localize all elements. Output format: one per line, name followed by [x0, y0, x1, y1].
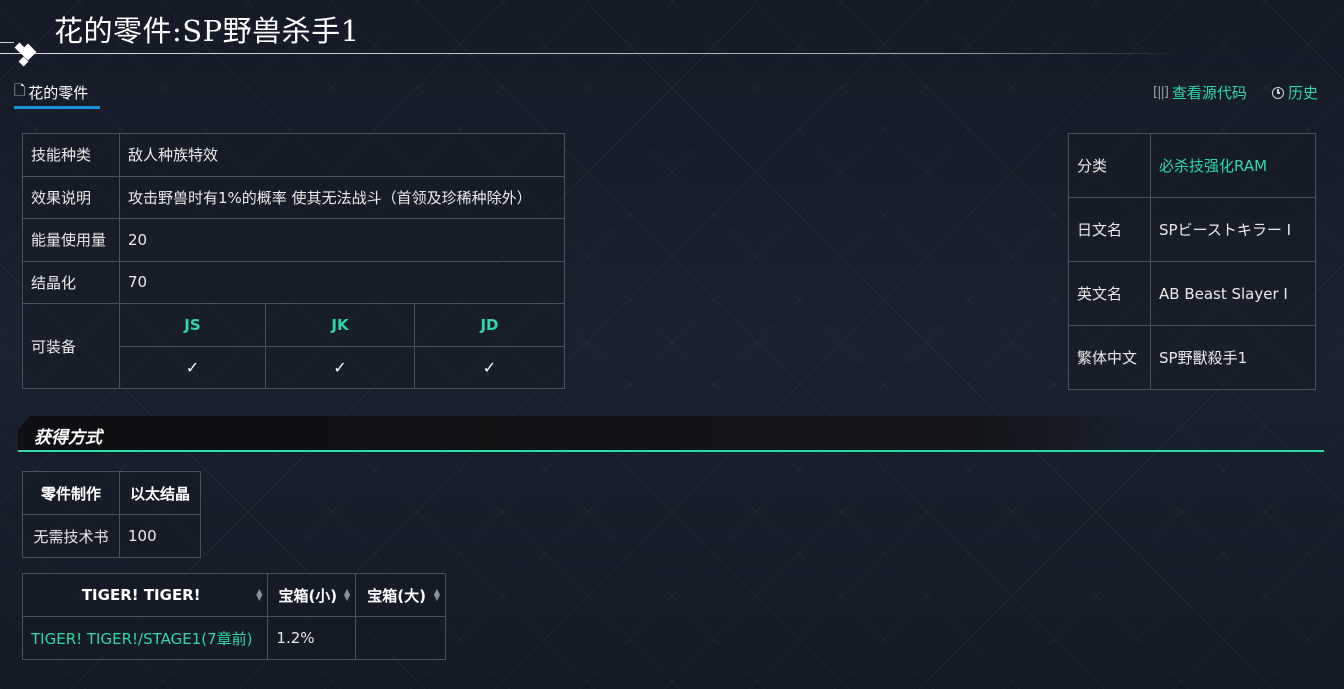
view-source-link[interactable]: [||] 查看源代码 [1153, 82, 1247, 103]
row-label: 英文名 [1068, 261, 1151, 326]
table-row: 可装备 JS JK JD [22, 303, 565, 389]
row-value: 70 [119, 260, 565, 304]
category-link[interactable]: 必杀技强化RAM [1150, 133, 1316, 198]
equip-class-jd: JD [414, 303, 565, 347]
tab-page[interactable]: 🗋 花的零件 [14, 82, 100, 109]
row-label: 结晶化 [22, 260, 120, 304]
table-row: TIGER! TIGER!/STAGE1(7章前) 1.2% [21, 616, 446, 660]
row-label: 效果说明 [22, 175, 120, 219]
check-icon: ✓ [119, 345, 266, 389]
row-value: 敌人种族特效 [119, 133, 565, 177]
page-title: 花的零件:SP野兽杀手1 [54, 14, 360, 48]
equip-class-js: JS [119, 303, 266, 347]
equip-label: 可装备 [22, 303, 120, 389]
table-row: 能量使用量 20 [22, 218, 565, 262]
table-header-row: TIGER! TIGER! ▲ ▼ 宝箱(小) ▲ ▼ 宝箱(大) ▲ ▼ [21, 573, 446, 617]
column-header-label: TIGER! TIGER! [81, 586, 201, 604]
section-title: 获得方式 [34, 428, 102, 448]
table-cell [355, 616, 446, 660]
table-row: 效果说明 攻击野兽时有1%的概率 使其无法战斗（首领及珍稀种除外） [22, 175, 565, 219]
name-info-table: 分类 必杀技强化RAM 日文名 SPビーストキラー I 英文名 AB Beast… [1068, 133, 1316, 390]
table-row: 日文名 SPビーストキラー I [1068, 197, 1316, 262]
craft-table: 零件制作 以太结晶 无需技术书 100 [22, 471, 201, 558]
column-header-label: 宝箱(小) [278, 586, 338, 605]
title-underline [0, 53, 1180, 54]
sort-icon: ▲ ▼ [344, 587, 351, 602]
row-value: 20 [119, 218, 565, 262]
row-label: 技能种类 [22, 133, 120, 177]
sortable-column-header[interactable]: 宝箱(大) ▲ ▼ [355, 573, 446, 617]
table-row: 繁体中文 SP野獸殺手1 [1068, 325, 1316, 390]
row-value: AB Beast Slayer I [1150, 261, 1316, 326]
table-row: 分类 必杀技强化RAM [1068, 133, 1316, 198]
row-label: 日文名 [1068, 197, 1151, 262]
title-decoration-line [0, 42, 14, 43]
sort-icon: ▲ ▼ [256, 587, 263, 602]
table-cell: 无需技术书 [22, 514, 120, 558]
table-row: 英文名 AB Beast Slayer I [1068, 261, 1316, 326]
table-header-row: 零件制作 以太结晶 [22, 471, 201, 515]
row-value: SP野獸殺手1 [1150, 325, 1316, 390]
history-link[interactable]: 历史 [1272, 82, 1318, 103]
history-label: 历史 [1288, 84, 1319, 102]
sortable-column-header[interactable]: TIGER! TIGER! ▲ ▼ [21, 573, 269, 617]
clock-icon [1272, 86, 1284, 99]
skill-info-table: 技能种类 敌人种族特效 效果说明 攻击野兽时有1%的概率 使其无法战斗（首领及珍… [22, 133, 565, 389]
table-cell: 100 [119, 514, 201, 558]
table-row: 无需技术书 100 [22, 514, 201, 558]
stage-link[interactable]: TIGER! TIGER!/STAGE1(7章前) [21, 616, 269, 660]
document-icon: 🗋 [14, 83, 26, 99]
sortable-column-header[interactable]: 宝箱(小) ▲ ▼ [267, 573, 357, 617]
table-row: 结晶化 70 [22, 260, 565, 304]
row-value: SPビーストキラー I [1150, 197, 1316, 262]
row-label: 能量使用量 [22, 218, 120, 262]
code-icon: [||] [1153, 85, 1169, 100]
row-label: 繁体中文 [1068, 325, 1151, 390]
tab-active-indicator [14, 106, 100, 109]
section-divider [18, 450, 1324, 452]
check-icon: ✓ [414, 345, 565, 389]
row-label: 分类 [1068, 133, 1151, 198]
equip-class-jk: JK [265, 303, 415, 347]
table-row: 技能种类 敌人种族特效 [22, 133, 565, 177]
sort-icon: ▲ ▼ [433, 587, 440, 602]
table-cell: 1.2% [267, 616, 357, 660]
tab-page-label: 花的零件 [28, 84, 89, 102]
column-header: 以太结晶 [119, 471, 201, 515]
row-value: 攻击野兽时有1%的概率 使其无法战斗（首领及珍稀种除外） [119, 175, 565, 219]
drop-table: TIGER! TIGER! ▲ ▼ 宝箱(小) ▲ ▼ 宝箱(大) ▲ ▼ TIGER… [21, 573, 446, 660]
column-header: 零件制作 [22, 471, 120, 515]
section-header-bar [18, 416, 1138, 450]
column-header-label: 宝箱(大) [367, 586, 426, 605]
view-source-label: 查看源代码 [1171, 84, 1247, 102]
check-icon: ✓ [265, 345, 415, 389]
